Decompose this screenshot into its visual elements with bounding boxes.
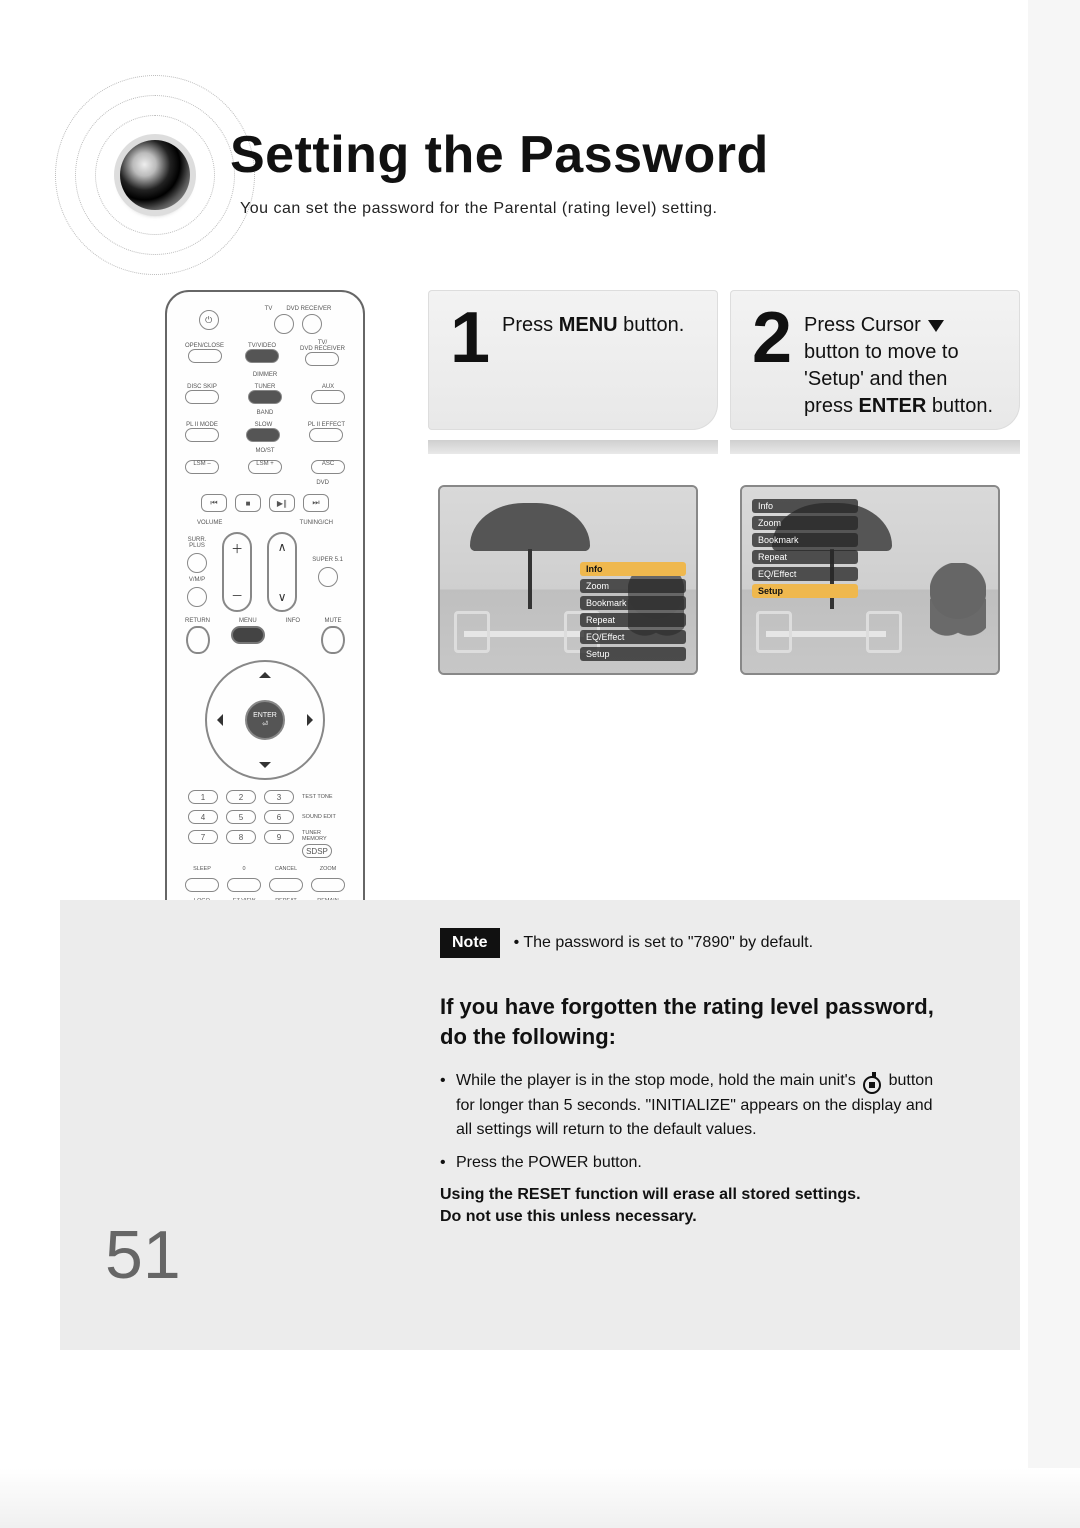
- tuning-rocker: ∧∨: [267, 532, 297, 612]
- label-zoom: ZOOM: [311, 866, 345, 872]
- page-subtitle: You can set the password for the Parenta…: [240, 200, 718, 218]
- enter-button: ENTER⏎: [245, 700, 285, 740]
- scan-edge-right: [1028, 0, 1080, 1528]
- osd-item: Zoom: [752, 516, 858, 530]
- osd-menu-1: Info Zoom Bookmark Repeat EQ/Effect Setu…: [580, 562, 686, 661]
- label-tv-dvd: TV/ DVD RECEIVER: [300, 340, 345, 352]
- label-sound-edit: SOUND EDIT: [302, 814, 336, 820]
- label-super51: SUPER 5.1: [312, 557, 343, 563]
- label-vmp: V/M/P: [189, 577, 205, 583]
- label-test-tone: TEST TONE: [302, 794, 333, 800]
- scan-edge-bottom: [0, 1468, 1080, 1528]
- forgot-bullet-1: While the player is in the stop mode, ho…: [440, 1069, 940, 1140]
- step-1-text: Press MENU button.: [502, 308, 684, 412]
- label-sleep: SLEEP: [185, 866, 219, 872]
- label-menu: MENU: [239, 618, 257, 624]
- note-text: • The password is set to "7890" by defau…: [514, 934, 814, 952]
- osd-menu-2: Info Zoom Bookmark Repeat EQ/Effect Setu…: [752, 499, 858, 598]
- label-tuning: TUNING/CH: [300, 520, 333, 526]
- step-1-number: 1: [450, 308, 490, 412]
- forgot-bullet-2: Press the POWER button.: [440, 1151, 940, 1174]
- lower-panel: Note • The password is set to "7890" by …: [60, 900, 1020, 1350]
- label-cancel: CANCEL: [269, 866, 303, 872]
- osd-item: Info: [752, 499, 858, 513]
- label-sdsp: SDSP: [306, 847, 328, 856]
- osd-item: Bookmark: [580, 596, 686, 610]
- cursor-down-icon: [928, 320, 944, 332]
- power-icon: ⏻: [199, 310, 219, 330]
- dpad: ENTER⏎: [205, 660, 325, 780]
- osd-item: Repeat: [580, 613, 686, 627]
- label-tv: TV: [265, 306, 273, 312]
- step-2-bar: [730, 440, 1020, 454]
- label-dvd-receiver: DVD RECEIVER: [286, 306, 331, 312]
- label-dvd: DVD: [316, 480, 329, 486]
- label-surr-plus: SURR. PLUS: [188, 537, 207, 549]
- label-mo-st: MO/ST: [256, 448, 275, 454]
- step-2-text: Press Cursor button to move to 'Setup' a…: [804, 308, 993, 412]
- osd-item: EQ/Effect: [580, 630, 686, 644]
- speaker-graphic: [55, 75, 255, 275]
- label-asc: ASC: [312, 461, 344, 467]
- osd-item: Repeat: [752, 550, 858, 564]
- stop-button-icon: [863, 1076, 881, 1094]
- label-volume: VOLUME: [197, 520, 222, 526]
- label-dimmer: DIMMER: [253, 372, 277, 378]
- stop-icon: ■: [235, 494, 261, 512]
- osd-item: Info: [580, 562, 686, 576]
- tv-screenshot-1: Info Zoom Bookmark Repeat EQ/Effect Setu…: [438, 485, 698, 675]
- step-2-card: 2 Press Cursor button to move to 'Setup'…: [730, 290, 1020, 430]
- label-info: INFO: [286, 618, 300, 624]
- volume-rocker: ＋－: [222, 532, 252, 612]
- label-band: BAND: [257, 410, 274, 416]
- step-2-number: 2: [752, 308, 792, 412]
- play-pause-icon: ▶∥: [269, 494, 295, 512]
- label-mute: MUTE: [324, 618, 341, 624]
- step-1-card: 1 Press MENU button.: [428, 290, 718, 430]
- osd-item: EQ/Effect: [752, 567, 858, 581]
- remote-control-illustration: ⏻ TV DVD RECEIVER OPEN/CLOSE TV/VIDEO TV…: [165, 290, 365, 950]
- next-icon: ⏭: [303, 494, 329, 512]
- osd-item: Setup: [752, 584, 858, 598]
- osd-item: Bookmark: [752, 533, 858, 547]
- page-title: Setting the Password: [230, 125, 769, 185]
- note-badge: Note: [440, 928, 500, 958]
- prev-icon: ⏮: [201, 494, 227, 512]
- tv-screenshot-2: Info Zoom Bookmark Repeat EQ/Effect Setu…: [740, 485, 1000, 675]
- osd-item: Zoom: [580, 579, 686, 593]
- label-zero: 0: [227, 866, 261, 872]
- label-lsm-plus: LSM +: [249, 461, 281, 467]
- forgot-heading: If you have forgotten the rating level p…: [440, 992, 940, 1051]
- label-return: RETURN: [185, 618, 210, 624]
- reset-warning: Using the RESET function will erase all …: [440, 1184, 940, 1229]
- label-tuner-memory: TUNER MEMORY: [302, 830, 342, 842]
- osd-item: Setup: [580, 647, 686, 661]
- page-number: 51: [105, 1216, 181, 1294]
- label-lsm-minus: LSM –: [186, 461, 218, 467]
- step-1-bar: [428, 440, 718, 454]
